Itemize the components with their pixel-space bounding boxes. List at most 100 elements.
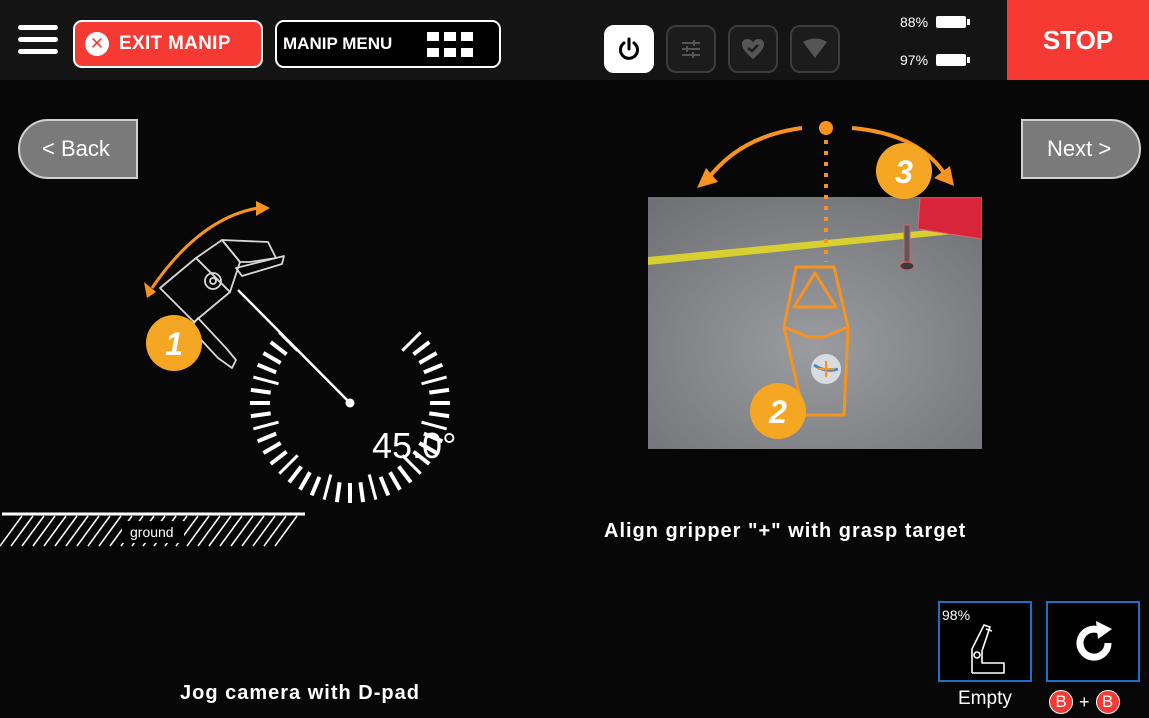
dial-tick (397, 465, 413, 484)
back-label: < Back (42, 136, 110, 161)
hatch-line (230, 515, 254, 547)
hatch-line (241, 515, 265, 547)
top-bar: ✕ EXIT MANIP MANIP MENU 88% 97% STOP (0, 0, 1149, 80)
dial-tick (287, 465, 303, 484)
dial-tick (256, 362, 277, 375)
left-instruction: Jog camera with D-pad (180, 682, 420, 704)
angle-pivot (345, 398, 355, 408)
dial-tick (269, 340, 288, 356)
dial-tick (250, 411, 271, 419)
battery-status-1: 88% (900, 14, 971, 30)
dial-tick (250, 387, 271, 395)
hatch-line (252, 515, 276, 547)
combo-plus: + (1079, 691, 1090, 712)
back-button[interactable]: < Back (18, 119, 138, 179)
dial-tick (367, 474, 378, 500)
step-badge-1-number: 1 (165, 326, 183, 362)
refresh-icon (1076, 621, 1112, 661)
pan-origin-dot (819, 121, 833, 135)
hatch-line (263, 515, 287, 547)
battery-1-value: 88% (900, 14, 929, 30)
power-icon (619, 37, 639, 60)
dial-tick (429, 411, 450, 419)
hatch-line (197, 515, 221, 547)
hatch-line (65, 515, 89, 547)
b-button-icon: B (1049, 690, 1073, 714)
arrow-head (934, 166, 954, 186)
hatch-line (32, 515, 56, 547)
camera-overlay: 3 2 (697, 121, 954, 439)
angle-pointer (237, 289, 351, 404)
right-instruction: Align gripper "+" with grasp target (604, 520, 967, 542)
dial-tick (322, 474, 333, 500)
exit-manip-label: EXIT MANIP (119, 33, 231, 54)
step-badge-3-number: 3 (895, 154, 913, 190)
hatch-line (208, 515, 232, 547)
dial-tick (421, 375, 447, 386)
manip-menu-button[interactable]: MANIP MENU (275, 20, 501, 68)
hatch-line (76, 515, 100, 547)
dial-tick (309, 476, 322, 497)
dial-tick (262, 441, 282, 455)
gripper-status-button[interactable]: 98% (938, 601, 1032, 682)
dial-tick (298, 471, 312, 491)
hatch-line (87, 515, 111, 547)
next-label: Next > (1047, 136, 1112, 161)
dial-tick (388, 471, 402, 491)
sliders-icon (682, 40, 700, 58)
camera-angle-diagram: ground 1 45.0° (0, 201, 456, 547)
hatch-line (98, 515, 122, 547)
dial-tick (269, 450, 288, 466)
dial-tick (262, 351, 282, 365)
heart-icon (742, 39, 764, 59)
battery-icon (936, 16, 971, 28)
dial-tick (253, 420, 279, 431)
hatch-line (21, 515, 45, 547)
dial-tick (401, 331, 422, 352)
hatch-line (43, 515, 67, 547)
power-button[interactable] (604, 25, 654, 73)
hatch-line (186, 515, 210, 547)
hatch-line (274, 515, 298, 547)
reset-button[interactable] (1046, 601, 1140, 682)
ground-label: ground (130, 524, 174, 540)
manip-menu-label: MANIP MENU (283, 34, 393, 53)
dial-tick (412, 340, 431, 356)
dial-tick (423, 362, 444, 375)
b-button-icon: B (1095, 690, 1120, 714)
dial-tick (358, 482, 366, 503)
dial-tick (418, 351, 438, 365)
wifi-icon (803, 38, 827, 58)
gripper-icon (971, 624, 1005, 674)
angle-readout: 45.0° (372, 425, 456, 466)
dial-tick (256, 431, 277, 444)
settings-button[interactable] (666, 25, 716, 73)
battery-icon (936, 54, 971, 66)
hatch-line (10, 515, 34, 547)
hatch-line (54, 515, 78, 547)
hatch-line (219, 515, 243, 547)
button-combo-hint: B + B (1049, 690, 1120, 714)
angle-dial-ticks (250, 331, 450, 503)
health-button[interactable] (728, 25, 778, 73)
gripper-state-label: Empty (958, 688, 1012, 709)
exit-x-icon: ✕ (85, 32, 109, 56)
dial-tick (334, 482, 342, 503)
dial-tick (253, 375, 279, 386)
wifi-button[interactable] (790, 25, 840, 73)
menu-icon[interactable] (18, 25, 58, 57)
dial-tick (429, 387, 450, 395)
next-button[interactable]: Next > (1021, 119, 1141, 179)
step-badge-2-number: 2 (768, 394, 787, 430)
arrow-head (256, 201, 270, 216)
pan-left-arc (705, 126, 803, 182)
grid-icon (427, 32, 473, 60)
stop-button[interactable]: STOP (1007, 0, 1149, 80)
exit-manip-button[interactable]: ✕ EXIT MANIP (73, 20, 263, 68)
dial-tick (378, 476, 391, 497)
dial-tick (278, 454, 299, 475)
battery-2-value: 97% (900, 52, 929, 68)
stop-label: STOP (1042, 24, 1114, 55)
battery-status-2: 97% (900, 52, 971, 68)
hatch-line (0, 515, 23, 547)
